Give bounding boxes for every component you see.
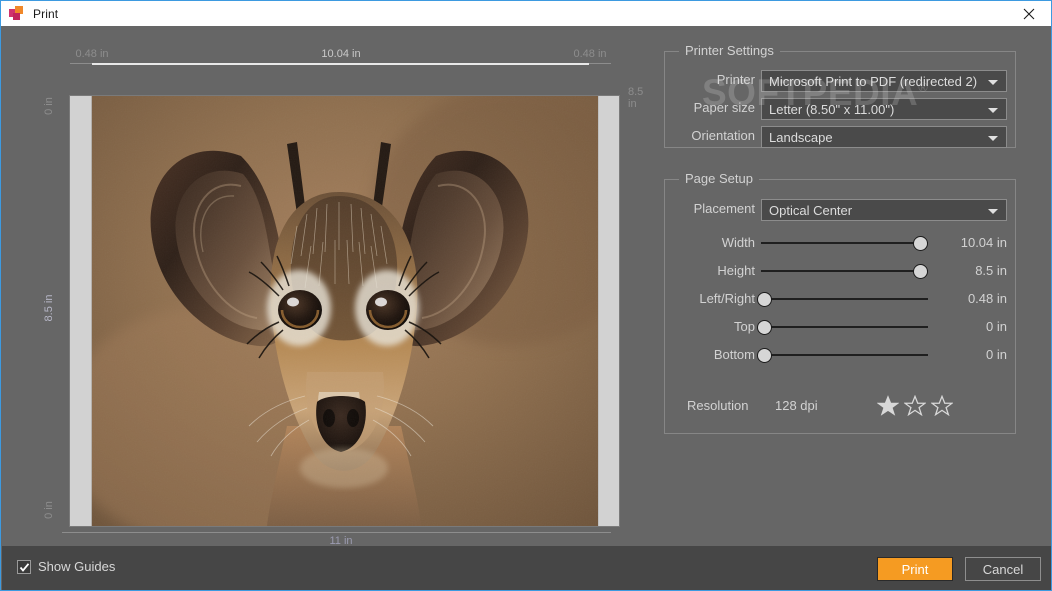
placement-value: Optical Center <box>769 202 853 218</box>
height-value: 8.5 in <box>975 263 1007 278</box>
star-empty-icon[interactable] <box>904 395 926 416</box>
left-right-value: 0.48 in <box>967 291 1007 306</box>
paper-preview <box>70 96 619 526</box>
width-slider-track[interactable] <box>761 242 928 244</box>
print-dialog-window: Print 0.48 in 10.04 in 0.48 in 0 in 8.5 … <box>0 0 1052 591</box>
ruler-top-left-margin: 0.48 in <box>75 48 109 60</box>
page-setup-legend: Page Setup <box>679 171 759 186</box>
printer-label: Printer <box>716 72 755 87</box>
chevron-down-icon <box>988 136 998 141</box>
resolution-row: Resolution 128 dpi <box>665 395 1015 419</box>
dialog-footer: Show Guides Print Cancel <box>2 546 1051 590</box>
top-value: 0 in <box>986 319 1007 334</box>
top-slider-track[interactable] <box>761 326 928 328</box>
ruler-right: 8.5 in <box>628 86 646 531</box>
close-icon[interactable] <box>1006 1 1051 26</box>
chevron-down-icon <box>988 108 998 113</box>
paper-size-row: Paper size Letter (8.50" x 11.00") <box>665 98 1015 120</box>
app-tiles-icon <box>9 5 25 22</box>
resolution-value: 128 dpi <box>775 398 818 413</box>
resolution-quality-stars[interactable] <box>877 395 953 416</box>
bottom-label: Bottom <box>713 347 755 362</box>
ruler-left: 0 in 8.5 in 0 in <box>40 86 58 531</box>
title-bar: Print <box>1 1 1051 26</box>
star-empty-icon[interactable] <box>931 395 953 416</box>
guide-line-left <box>91 96 92 526</box>
bottom-slider-track[interactable] <box>761 354 928 356</box>
width-value: 10.04 in <box>960 235 1007 250</box>
ruler-left-top: 0 in <box>43 97 55 115</box>
left-right-slider-handle[interactable] <box>757 292 772 307</box>
top-slider-handle[interactable] <box>757 320 772 335</box>
bottom-slider-row: Bottom 0 in <box>665 345 1015 365</box>
paper-size-select[interactable]: Letter (8.50" x 11.00") <box>761 98 1007 120</box>
preview-photo <box>91 96 598 526</box>
cancel-button[interactable]: Cancel <box>965 557 1041 581</box>
bottom-value: 0 in <box>986 347 1007 362</box>
chevron-down-icon <box>988 209 998 214</box>
top-label: Top <box>734 319 755 334</box>
checkbox-box[interactable] <box>17 559 31 574</box>
page-setup-group: Page Setup Placement Optical Center Widt… <box>664 171 1016 434</box>
printer-settings-legend: Printer Settings <box>679 43 780 58</box>
left-right-label: Left/Right <box>699 291 755 306</box>
width-slider-row: Width 10.04 in <box>665 233 1015 253</box>
height-slider-track[interactable] <box>761 270 928 272</box>
check-icon <box>19 562 30 572</box>
placement-row: Placement Optical Center <box>665 199 1015 221</box>
print-button[interactable]: Print <box>877 557 953 581</box>
show-guides-checkbox[interactable]: Show Guides <box>17 559 115 574</box>
printer-select[interactable]: Microsoft Print to PDF (redirected 2) <box>761 70 1007 92</box>
ruler-left-bottom: 0 in <box>43 501 55 519</box>
print-preview-area: 0.48 in 10.04 in 0.48 in 0 in 8.5 in 0 i… <box>2 26 657 547</box>
orientation-value: Landscape <box>769 129 833 145</box>
settings-panels: Printer Settings Printer Microsoft Print… <box>662 26 1051 546</box>
chevron-down-icon <box>988 80 998 85</box>
ruler-top: 0.48 in 10.04 in 0.48 in <box>62 48 620 65</box>
bottom-slider-handle[interactable] <box>757 348 772 363</box>
printer-row: Printer Microsoft Print to PDF (redirect… <box>665 70 1015 92</box>
ruler-top-center: 10.04 in <box>321 48 361 60</box>
ruler-top-right-margin: 0.48 in <box>573 48 607 60</box>
show-guides-label: Show Guides <box>38 559 116 574</box>
placement-select[interactable]: Optical Center <box>761 199 1007 221</box>
height-slider-row: Height 8.5 in <box>665 261 1015 281</box>
left-right-slider-track[interactable] <box>761 298 928 300</box>
guide-line-right <box>598 96 599 526</box>
height-label: Height <box>717 263 755 278</box>
ruler-right-middle: 8.5 in <box>628 86 644 110</box>
dik-dik-photo-illustration <box>91 96 598 526</box>
width-slider-handle[interactable] <box>913 236 928 251</box>
top-slider-row: Top 0 in <box>665 317 1015 337</box>
ruler-left-middle: 8.5 in <box>43 294 55 322</box>
width-label: Width <box>721 235 755 250</box>
paper-size-value: Letter (8.50" x 11.00") <box>769 101 895 117</box>
height-slider-handle[interactable] <box>913 264 928 279</box>
dialog-body: 0.48 in 10.04 in 0.48 in 0 in 8.5 in 0 i… <box>2 26 1051 547</box>
orientation-label: Orientation <box>691 128 755 143</box>
orientation-row: Orientation Landscape <box>665 126 1015 148</box>
window-title: Print <box>33 6 59 21</box>
star-filled-icon[interactable] <box>877 395 899 416</box>
placement-label: Placement <box>693 201 755 216</box>
resolution-label: Resolution <box>687 398 749 413</box>
orientation-select[interactable]: Landscape <box>761 126 1007 148</box>
printer-value: Microsoft Print to PDF (redirected 2) <box>769 73 978 89</box>
paper-size-label: Paper size <box>693 100 755 115</box>
left-right-slider-row: Left/Right 0.48 in <box>665 289 1015 309</box>
printer-settings-group: Printer Settings Printer Microsoft Print… <box>664 43 1016 148</box>
